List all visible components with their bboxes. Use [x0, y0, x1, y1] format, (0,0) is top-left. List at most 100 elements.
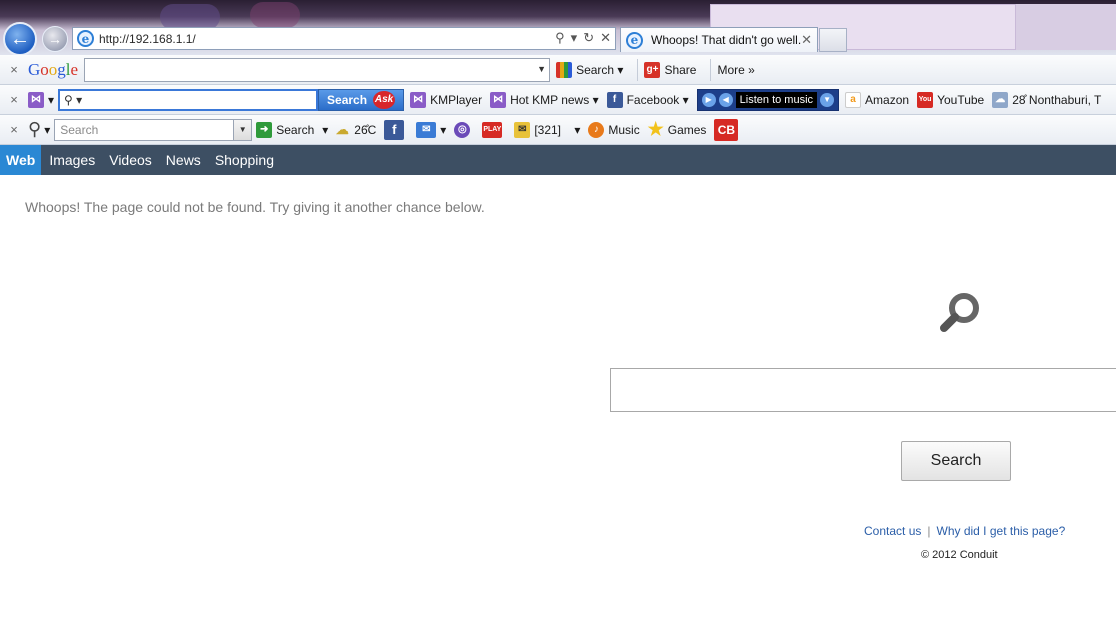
window-background-decoration [250, 2, 300, 28]
ask-search-button[interactable]: Search Ask [318, 88, 405, 111]
music-button[interactable]: ♪ Music [588, 121, 640, 138]
play-icon[interactable]: ▶ [701, 92, 716, 107]
email-button[interactable]: ✉ ▾ [416, 121, 446, 138]
amazon-icon: a [845, 91, 862, 108]
magnifier-icon [940, 293, 979, 332]
mail-icon: ✉ [416, 121, 437, 138]
toolbar-divider [710, 58, 712, 81]
tab-title: Whoops! That didn't go well. [651, 33, 802, 47]
address-bar[interactable]: e http://192.168.1.1/ ⚲ ▾ ↻ ✕ [72, 27, 616, 50]
address-tools: ⚲ ▾ ↻ ✕ [555, 30, 611, 46]
games-button[interactable]: ★ Games [647, 119, 707, 139]
cb-button[interactable]: CB [714, 118, 742, 141]
kmplayer-link[interactable]: ⋈ KMPlayer [410, 91, 482, 108]
radio-button[interactable]: ◎ [454, 121, 474, 138]
arrow-left-icon: ← [10, 27, 30, 50]
magnifier-icon: ⚲ [28, 119, 42, 139]
conduit-toolbar: × ⚲ ▾ Search ▼ ➜ Search ▾ ☁ 26̊C f ✉ ▾ ◎ P… [0, 115, 1116, 145]
youtube-link[interactable]: You YouTube [917, 91, 984, 108]
weather-button[interactable]: ☁ 26̊C [334, 121, 377, 138]
star-icon: ★ [647, 119, 664, 139]
google-icon [556, 61, 573, 78]
toolbar-options-menu[interactable]: ▾ [322, 123, 328, 137]
tab-shopping[interactable]: Shopping [209, 145, 280, 175]
tab-web[interactable]: Web [0, 145, 42, 175]
cb-logo-icon: CB [714, 118, 739, 141]
search-placeholder: Search [60, 122, 99, 137]
kmp-menu-button[interactable]: ⋈ ▾ [28, 91, 54, 108]
copyright-text: © 2012 Conduit [921, 549, 998, 561]
footer-links: Contact us | Why did I get this page? [864, 524, 1065, 538]
stop-icon[interactable]: ✕ [600, 30, 611, 46]
music-label: Listen to music [735, 91, 818, 108]
tab-images[interactable]: Images [43, 145, 101, 175]
browser-title-bar: ← → e http://192.168.1.1/ ⚲ ▾ ↻ ✕ e Whoo… [0, 0, 1116, 55]
facebook-icon: f [606, 91, 623, 108]
search-button[interactable]: Search [901, 441, 1011, 481]
ask-search-input[interactable]: ⚲ ▾ [58, 88, 319, 111]
new-tab-button[interactable] [819, 28, 847, 52]
weather-icon: ☁ [992, 91, 1009, 108]
kmp-bow-icon: ⋈ [28, 91, 44, 108]
forward-button[interactable]: → [42, 26, 68, 52]
ie-page-icon: e [626, 31, 643, 49]
notifications-button[interactable]: ✉ [321] ▾ [514, 121, 580, 138]
radio-icon: ◎ [454, 121, 471, 138]
kmp-bow-icon: ⋈ [410, 91, 427, 108]
chevron-down-icon[interactable]: ▼ [820, 92, 835, 107]
footer-separator: | [927, 524, 931, 538]
chevron-down-icon[interactable]: ▾ [571, 30, 578, 46]
arrow-right-icon: ➜ [256, 121, 273, 138]
search-icon[interactable]: ⚲ [555, 30, 565, 46]
kmp-bow-icon: ⋈ [490, 91, 507, 108]
notification-icon: ✉ [514, 121, 531, 138]
weather-link[interactable]: ☁ 28̊ Nonthaburi, T [992, 91, 1101, 108]
background-window [1016, 4, 1116, 50]
play-video-button[interactable]: PLAY [482, 121, 506, 138]
refresh-icon[interactable]: ↻ [583, 30, 594, 46]
google-search-button[interactable]: Search ▾ [556, 61, 623, 78]
arrow-right-icon: → [48, 31, 62, 47]
music-player[interactable]: ▶ ◀ Listen to music ▼ [696, 88, 840, 111]
conduit-search-input[interactable]: Search ▼ [54, 118, 253, 141]
error-message: Whoops! The page could not be found. Try… [25, 199, 485, 215]
toolbar-divider [637, 58, 639, 81]
google-logo: Google [28, 59, 79, 79]
main-search-input[interactable] [610, 368, 1116, 412]
play-video-icon: PLAY [482, 121, 503, 138]
amazon-link[interactable]: a Amazon [845, 91, 909, 108]
facebook-icon: f [384, 119, 405, 140]
search-engine-menu[interactable]: ⚲ ▾ [28, 119, 50, 140]
tab-videos[interactable]: Videos [103, 145, 158, 175]
facebook-link[interactable]: f Facebook ▾ [606, 91, 689, 108]
chevron-down-icon[interactable]: ▼ [233, 119, 252, 140]
volume-icon[interactable]: ◀ [718, 92, 733, 107]
google-search-input[interactable]: ▼ [84, 57, 551, 82]
close-toolbar-icon[interactable]: × [0, 92, 28, 107]
chevron-down-icon[interactable]: ▼ [537, 64, 546, 74]
youtube-icon: You [917, 91, 934, 108]
close-toolbar-icon[interactable]: × [0, 62, 28, 77]
search-icon: ⚲ ▾ [64, 92, 83, 107]
tab-news[interactable]: News [160, 145, 207, 175]
close-toolbar-icon[interactable]: × [0, 122, 28, 137]
back-button[interactable]: ← [3, 22, 37, 55]
facebook-button[interactable]: f [384, 119, 408, 140]
share-button[interactable]: g+ Share [644, 61, 696, 78]
google-toolbar: × Google ▼ Search ▾ g+ Share More » [0, 55, 1116, 85]
address-url[interactable]: http://192.168.1.1/ [99, 32, 196, 46]
ie-page-icon: e [77, 30, 94, 47]
google-plus-icon: g+ [644, 61, 661, 78]
ask-toolbar: × ⋈ ▾ ⚲ ▾ Search Ask ⋈ KMPlayer ⋈ Hot KMP… [0, 85, 1116, 115]
hot-kmp-news-link[interactable]: ⋈ Hot KMP news ▾ [490, 91, 599, 108]
why-this-page-link[interactable]: Why did I get this page? [937, 524, 1066, 538]
search-type-tabs: Web Images Videos News Shopping [0, 145, 1116, 175]
contact-us-link[interactable]: Contact us [864, 524, 921, 538]
more-button[interactable]: More » [717, 63, 754, 77]
ask-logo-icon: Ask [373, 90, 396, 109]
browser-tab-active[interactable]: e Whoops! That didn't go well. ✕ [620, 27, 818, 52]
close-tab-icon[interactable]: ✕ [801, 32, 812, 48]
weather-icon: ☁ [335, 121, 349, 137]
conduit-search-button[interactable]: ➜ Search [256, 121, 314, 138]
music-icon: ♪ [588, 121, 605, 138]
